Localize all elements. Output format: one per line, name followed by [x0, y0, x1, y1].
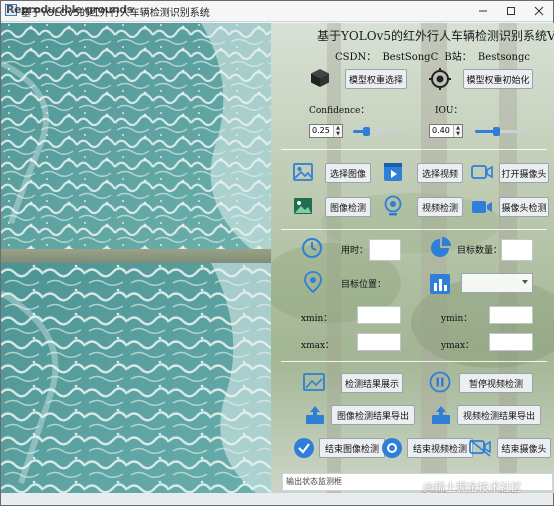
video-camera-icon	[472, 201, 492, 213]
ymin-output	[489, 306, 533, 324]
image-detect-icon	[294, 198, 312, 214]
export-video-icon	[432, 406, 450, 424]
wave-image-top	[1, 23, 271, 249]
title-overlay-text: Reproducible grounds	[6, 3, 133, 16]
result-view-icon	[303, 373, 325, 391]
target-location-label: 目标位置：	[341, 280, 387, 290]
divider	[281, 149, 547, 150]
iou-label: IOU：	[435, 106, 463, 116]
minimize-icon	[479, 10, 487, 12]
ymax-output	[489, 333, 533, 351]
select-image-button[interactable]: 选择图像	[325, 163, 371, 183]
time-output	[369, 239, 401, 261]
bottom-border	[1, 493, 553, 505]
image-separator	[1, 249, 271, 263]
export-video-results-button[interactable]: 视频检测结果导出	[457, 405, 541, 425]
author-info: CSDN： BestSongC B站： Bestsongc	[335, 52, 530, 63]
close-button[interactable]	[525, 1, 553, 21]
xmax-label: xmax：	[301, 341, 335, 351]
wave-image-bottom	[1, 263, 271, 493]
target-count-label: 目标数量：	[457, 246, 503, 256]
model-weight-init-button[interactable]: 模型权重初始化	[463, 69, 533, 89]
target-icon	[429, 68, 451, 90]
app-window: 基于YOLOv5的红外行人车辆检测识别系统 Reproducible groun…	[0, 0, 554, 506]
export-image-results-button[interactable]: 图像检测结果导出	[331, 405, 415, 425]
stop-circle-icon	[382, 438, 402, 458]
close-icon	[534, 6, 544, 16]
xmin-label: xmin：	[301, 314, 333, 324]
xmin-output	[357, 306, 401, 324]
iou-slider-handle[interactable]	[492, 127, 500, 136]
maximize-button[interactable]	[497, 1, 525, 21]
end-image-detect-button[interactable]: 结束图像检测	[319, 438, 385, 458]
maximize-icon	[507, 7, 515, 15]
video-detect-button[interactable]: 视频检测	[417, 197, 463, 217]
end-video-detect-button[interactable]: 结束视频检测	[407, 438, 473, 458]
xmax-output	[357, 333, 401, 351]
webcam-icon	[384, 195, 402, 216]
ymax-label: ymax：	[441, 341, 475, 351]
ymin-label: ymin：	[441, 314, 473, 324]
confidence-value: 0.25	[312, 126, 330, 135]
video-file-icon	[384, 163, 402, 181]
minimize-button[interactable]	[469, 1, 497, 21]
iou-value: 0.40	[432, 126, 450, 135]
pause-video-button[interactable]: 暂停视频检测	[459, 373, 533, 393]
divider	[281, 229, 547, 230]
confidence-slider[interactable]	[353, 127, 405, 136]
camera-detect-button[interactable]: 摄像头检测	[499, 197, 549, 217]
image-detect-button[interactable]: 图像检测	[325, 197, 371, 217]
spin-arrows-icon[interactable]: ▲ ▼	[453, 125, 462, 137]
window-controls	[469, 1, 553, 21]
target-count-output	[501, 239, 533, 261]
cube-icon	[311, 69, 329, 87]
confidence-spinbox[interactable]: 0.25 ▲ ▼	[309, 124, 343, 138]
model-weight-select-button[interactable]: 模型权重选择	[345, 69, 407, 89]
target-select-dropdown[interactable]	[461, 273, 533, 293]
control-panel: 基于YOLOv5的红外行人车辆检测识别系统V1.0 CSDN： BestSong…	[271, 23, 554, 493]
open-camera-button[interactable]: 打开摄像头	[499, 163, 549, 183]
camera-icon	[471, 165, 493, 179]
show-results-button[interactable]: 检测结果展示	[341, 373, 403, 393]
export-image-icon	[306, 406, 324, 424]
bar-chart-icon	[430, 274, 450, 294]
location-pin-icon	[304, 271, 322, 293]
pie-chart-icon	[431, 237, 451, 257]
iou-slider[interactable]	[475, 127, 527, 136]
select-video-button[interactable]: 选择视频	[417, 163, 463, 183]
time-label: 用时：	[341, 246, 369, 256]
end-camera-button[interactable]: 结束摄像头	[497, 438, 551, 458]
app-title: 基于YOLOv5的红外行人车辆检测识别系统V1.0	[317, 29, 554, 43]
stop-camera-icon	[469, 439, 491, 457]
iou-spinbox[interactable]: 0.40 ▲ ▼	[429, 124, 463, 138]
divider	[281, 361, 547, 362]
original-image-view	[1, 23, 271, 249]
confidence-label: Confidence：	[309, 106, 370, 116]
result-image-view	[1, 263, 271, 493]
image-icon	[293, 163, 313, 181]
clock-icon	[302, 238, 322, 258]
spin-arrows-icon[interactable]: ▲ ▼	[333, 125, 342, 137]
check-circle-icon	[294, 438, 314, 458]
title-bar: 基于YOLOv5的红外行人车辆检测识别系统 Reproducible groun…	[1, 1, 553, 22]
confidence-slider-handle[interactable]	[363, 127, 370, 136]
chevron-down-icon	[522, 280, 528, 284]
pause-icon	[429, 371, 451, 393]
